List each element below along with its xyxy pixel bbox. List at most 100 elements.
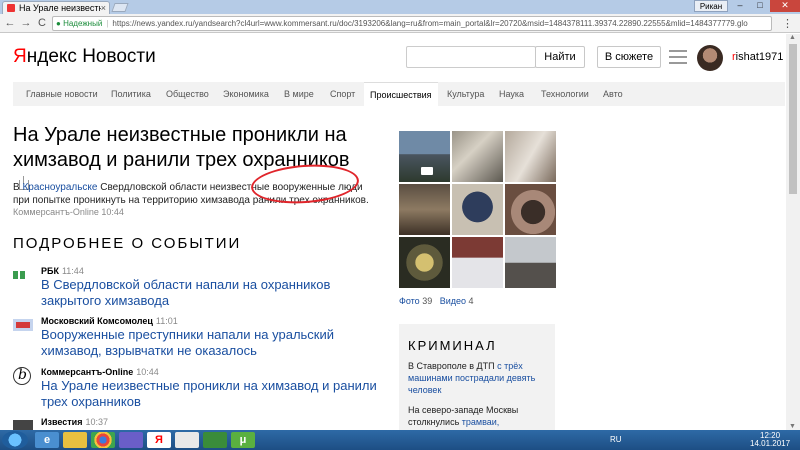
criminal-sidebar: КРИМИНАЛ В Ставрополе в ДТП с трёх машин… xyxy=(399,324,555,439)
article-meta: Коммерсантъ-Online 10:44 xyxy=(13,207,124,217)
url-text: https://news.yandex.ru/yandsearch?cl4url… xyxy=(112,19,748,28)
kommersant-logo-icon xyxy=(13,367,31,385)
criminal-item: В Ставрополе в ДТП с трёх машинами постр… xyxy=(408,360,548,396)
yandex-favicon-icon xyxy=(7,4,15,12)
clock-date: 14.01.2017 xyxy=(750,439,791,448)
window-user-badge[interactable]: Рикан xyxy=(694,0,728,12)
photo-thumbnail[interactable] xyxy=(399,184,450,235)
address-bar[interactable]: ● Надежный | https://news.yandex.ru/yandse… xyxy=(52,16,772,31)
tab-strip: На Урале неизвестн × Рикан – □ ✕ xyxy=(0,0,800,14)
news-title-link[interactable]: В Свердловской области напали на охранни… xyxy=(41,277,386,309)
start-button[interactable] xyxy=(2,431,28,449)
mk-logo-icon xyxy=(13,319,33,331)
article-source[interactable]: Коммерсантъ-Online xyxy=(13,207,99,217)
news-time: 11:01 xyxy=(155,316,178,326)
chrome-icon[interactable] xyxy=(91,432,115,448)
news-source[interactable]: Московский Комсомолец 11:01 xyxy=(41,316,178,326)
photo-thumbnail[interactable] xyxy=(452,184,503,235)
photo-grid xyxy=(399,131,556,288)
username-rest: ishat1971 xyxy=(735,51,784,63)
audio-app-icon[interactable] xyxy=(175,432,199,448)
forward-button[interactable]: → xyxy=(19,16,33,30)
nav-item-society[interactable]: Общество xyxy=(166,82,209,106)
lead-location-link[interactable]: Красноуральске xyxy=(22,182,97,193)
search-input[interactable] xyxy=(406,46,536,68)
news-source-name: Известия xyxy=(41,417,83,427)
logo-brand: ндекс xyxy=(26,46,77,67)
photo-count: 39 xyxy=(422,296,433,306)
photo-thumbnail[interactable] xyxy=(452,131,503,182)
nav-item-main[interactable]: Главные новости xyxy=(26,82,98,106)
scroll-up-icon[interactable]: ▲ xyxy=(789,34,796,41)
nav-item-science[interactable]: Наука xyxy=(499,82,524,106)
back-button[interactable]: ← xyxy=(3,16,17,30)
photo-thumbnail[interactable] xyxy=(399,131,450,182)
headline-text: На Урале неизвестные проникли на химзаво… xyxy=(13,124,350,171)
username[interactable]: rishat1971 xyxy=(732,51,783,63)
scroll-thumb[interactable] xyxy=(789,44,797,194)
photo-thumbnail[interactable] xyxy=(452,237,503,288)
news-source[interactable]: РБК 11:44 xyxy=(41,266,84,276)
list-item: Коммерсантъ-Online10:44 На Урале неизвес… xyxy=(13,367,386,410)
news-source-name: РБК xyxy=(41,266,59,276)
list-item: Известия 10:37 xyxy=(13,417,383,432)
list-item: РБК 11:44 В Свердловской области напали н… xyxy=(13,266,386,309)
logo-letter: Я xyxy=(13,46,27,67)
criminal-heading[interactable]: КРИМИНАЛ xyxy=(408,338,497,353)
reload-button[interactable]: C xyxy=(35,16,49,30)
url-separator: | xyxy=(106,19,109,28)
media-player-icon[interactable] xyxy=(119,432,143,448)
photo-thumbnail[interactable] xyxy=(505,237,556,288)
news-source-name: Коммерсантъ-Online xyxy=(41,367,134,377)
app-icon[interactable] xyxy=(203,432,227,448)
news-title-link[interactable]: На Урале неизвестные проникли на химзаво… xyxy=(41,378,386,410)
yandex-browser-icon[interactable]: Я xyxy=(147,432,171,448)
system-clock[interactable]: 12:20 14.01.2017 xyxy=(750,432,790,448)
language-indicator[interactable]: RU xyxy=(610,435,622,444)
nav-item-world[interactable]: В мире xyxy=(284,82,314,106)
news-source-name: Московский Комсомолец xyxy=(41,316,153,326)
story-search-button[interactable]: В сюжете xyxy=(597,46,661,68)
avatar[interactable] xyxy=(697,45,723,71)
photo-thumbnail[interactable] xyxy=(505,131,556,182)
scroll-down-icon[interactable]: ▼ xyxy=(789,423,796,430)
settings-sliders-icon[interactable] xyxy=(669,50,687,64)
video-link[interactable]: Видео xyxy=(440,296,466,306)
new-tab-button[interactable] xyxy=(111,3,129,12)
news-source[interactable]: Коммерсантъ-Online 10:44 xyxy=(41,367,159,377)
page-scrollbar[interactable]: ▲ ▼ xyxy=(786,34,800,430)
lock-icon: ● xyxy=(56,19,61,28)
nav-item-culture[interactable]: Культура xyxy=(447,82,484,106)
close-window-button[interactable]: ✕ xyxy=(770,0,800,12)
photo-thumbnail[interactable] xyxy=(505,184,556,235)
video-camera-icon xyxy=(421,167,433,175)
browser-tab[interactable]: На Урале неизвестн × xyxy=(2,1,110,14)
article-time: 10:44 xyxy=(101,207,124,217)
nav-item-sport[interactable]: Спорт xyxy=(330,82,355,106)
rbc-logo-icon xyxy=(13,269,33,281)
nav-item-economy[interactable]: Экономика xyxy=(223,82,269,106)
ie-icon[interactable]: e xyxy=(35,432,59,448)
news-source[interactable]: Известия 10:37 xyxy=(41,417,108,427)
browser-toolbar: ← → C ● Надежный | https://news.yandex.ru/… xyxy=(0,14,800,33)
utorrent-icon[interactable]: μ xyxy=(231,432,255,448)
nav-item-incidents[interactable]: Происшествия xyxy=(364,82,438,106)
news-time: 10:44 xyxy=(136,367,159,377)
news-title-link[interactable]: Вооруженные преступники напали на уральс… xyxy=(41,327,386,359)
minimize-button[interactable]: – xyxy=(730,0,750,12)
nav-item-auto[interactable]: Авто xyxy=(603,82,623,106)
logo-news: Новости xyxy=(82,46,156,67)
nav-item-politics[interactable]: Политика xyxy=(111,82,151,106)
maximize-button[interactable]: □ xyxy=(750,0,770,12)
section-title: ПОДРОБНЕЕ О СОБЫТИИ xyxy=(13,235,242,252)
nav-item-technology[interactable]: Технологии xyxy=(541,82,589,106)
photo-thumbnail[interactable] xyxy=(399,237,450,288)
news-time: 11:44 xyxy=(61,266,84,276)
category-nav: Главные новости Политика Общество Эконом… xyxy=(13,82,785,106)
folder-icon[interactable] xyxy=(63,432,87,448)
find-button[interactable]: Найти xyxy=(535,46,585,68)
photo-link[interactable]: Фото xyxy=(399,296,420,306)
browser-menu-icon[interactable]: ⋮ xyxy=(782,17,793,30)
yandex-news-logo[interactable]: Яндекс Новости xyxy=(13,46,156,68)
tab-close-icon[interactable]: × xyxy=(101,3,106,13)
